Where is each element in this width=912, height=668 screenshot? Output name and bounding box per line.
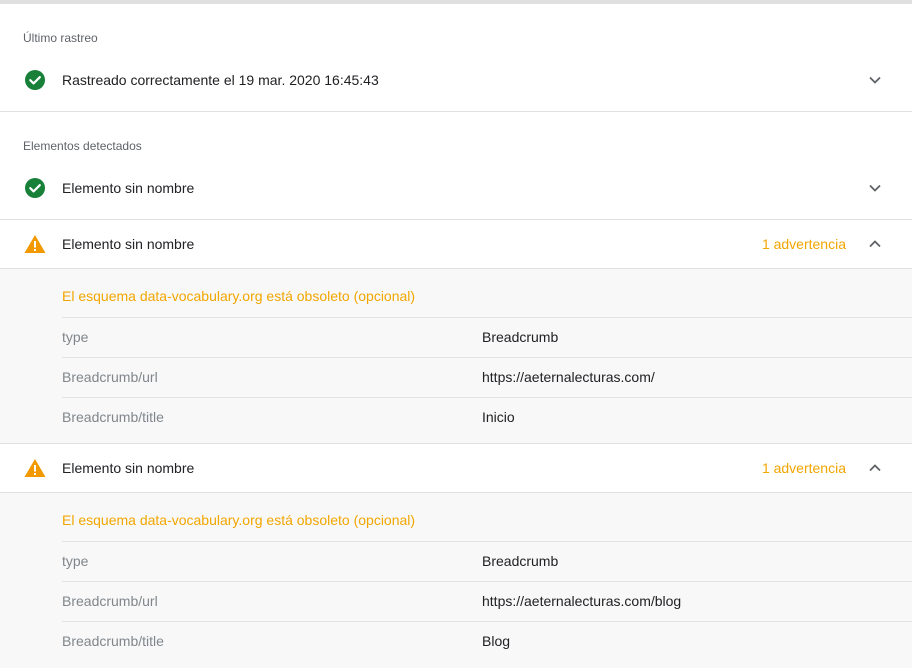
warning-count: 1 advertencia <box>761 236 846 252</box>
property-key: Breadcrumb/title <box>62 409 164 425</box>
warning-details-panel: El esquema data-vocabulary.org está obso… <box>0 492 912 668</box>
property-key: Breadcrumb/url <box>62 369 158 385</box>
warning-triangle-icon <box>24 457 46 479</box>
property-value: https://aeternalecturas.com/ <box>482 369 655 385</box>
property-row: type Breadcrumb <box>62 317 912 357</box>
detected-section-label: Elementos detectados <box>23 139 142 153</box>
property-key: type <box>62 329 89 345</box>
chevron-up-icon[interactable] <box>866 459 884 477</box>
property-value: Inicio <box>482 409 515 425</box>
warning-count: 1 advertencia <box>761 460 846 476</box>
chevron-up-icon[interactable] <box>866 235 884 253</box>
property-value: Blog <box>482 633 511 649</box>
property-key: Breadcrumb/title <box>62 633 164 649</box>
detected-item-warning[interactable]: Elemento sin nombre 1 advertencia <box>0 220 912 268</box>
property-value: Breadcrumb <box>482 553 559 569</box>
chevron-down-icon[interactable] <box>866 179 884 197</box>
property-value: Breadcrumb <box>482 329 559 345</box>
warning-triangle-icon <box>24 233 46 255</box>
last-crawl-section-label: Último rastreo <box>23 31 98 45</box>
last-crawl-status: Rastreado correctamente el 19 mar. 2020 … <box>62 72 379 88</box>
property-row: Breadcrumb/title Inicio <box>62 397 912 437</box>
warning-title: El esquema data-vocabulary.org está obso… <box>62 512 416 528</box>
top-border <box>0 0 912 4</box>
chevron-down-icon[interactable] <box>866 71 884 89</box>
section-divider <box>0 111 912 112</box>
check-circle-icon <box>24 177 46 199</box>
detected-item-label: Elemento sin nombre <box>62 180 195 196</box>
detected-item-label: Elemento sin nombre <box>62 460 195 476</box>
warning-title: El esquema data-vocabulary.org está obso… <box>62 288 416 304</box>
property-row: Breadcrumb/url https://aeternalecturas.c… <box>62 357 912 397</box>
property-key: type <box>62 553 89 569</box>
property-row: Breadcrumb/title Blog <box>62 621 912 661</box>
check-circle-icon <box>24 69 46 91</box>
property-row: type Breadcrumb <box>62 541 912 581</box>
detected-item-label: Elemento sin nombre <box>62 236 195 252</box>
warning-details-panel: El esquema data-vocabulary.org está obso… <box>0 268 912 444</box>
property-row: Breadcrumb/url https://aeternalecturas.c… <box>62 581 912 621</box>
last-crawl-row[interactable]: Rastreado correctamente el 19 mar. 2020 … <box>0 56 912 104</box>
detected-item-warning[interactable]: Elemento sin nombre 1 advertencia <box>0 444 912 492</box>
property-value: https://aeternalecturas.com/blog <box>482 593 682 609</box>
detected-item-valid[interactable]: Elemento sin nombre <box>0 164 912 212</box>
property-key: Breadcrumb/url <box>62 593 158 609</box>
